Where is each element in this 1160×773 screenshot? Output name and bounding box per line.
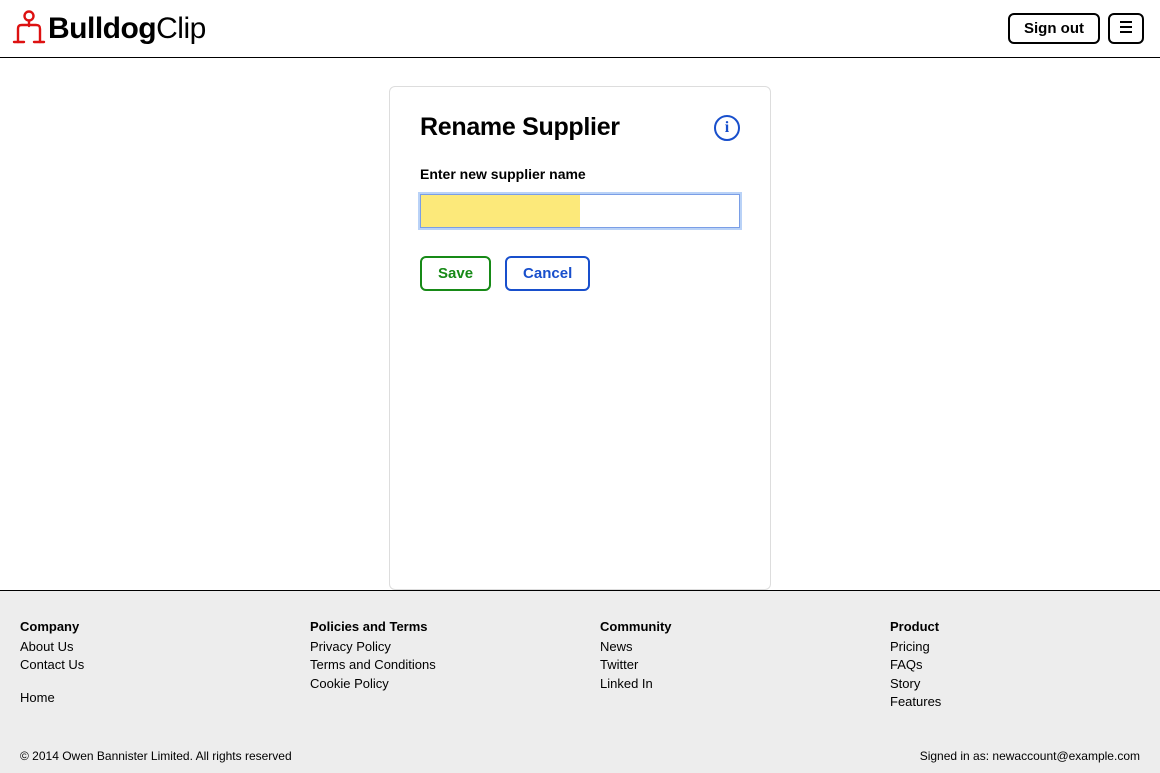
action-row: Save Cancel <box>420 256 740 291</box>
header-actions: Sign out <box>1008 13 1144 44</box>
footer-bottom: © 2014 Owen Bannister Limited. All right… <box>20 749 1140 767</box>
footer-link-home[interactable]: Home <box>20 689 270 707</box>
save-button[interactable]: Save <box>420 256 491 291</box>
header-bar: BulldogClip Sign out <box>0 0 1160 58</box>
footer-link-pricing[interactable]: Pricing <box>890 638 1140 656</box>
footer: Company About Us Contact Us Home Policie… <box>0 590 1160 773</box>
footer-link-privacy[interactable]: Privacy Policy <box>310 638 560 656</box>
copyright: © 2014 Owen Bannister Limited. All right… <box>20 749 292 763</box>
footer-link-story[interactable]: Story <box>890 675 1140 693</box>
hamburger-icon <box>1119 20 1133 37</box>
supplier-name-input[interactable] <box>420 194 740 228</box>
footer-heading: Company <box>20 619 270 634</box>
card-title: Rename Supplier <box>420 113 620 142</box>
footer-link-news[interactable]: News <box>600 638 850 656</box>
footer-col-company: Company About Us Contact Us Home <box>20 619 270 711</box>
main-content: Rename Supplier i Enter new supplier nam… <box>0 58 1160 590</box>
sign-out-button[interactable]: Sign out <box>1008 13 1100 44</box>
rename-supplier-card: Rename Supplier i Enter new supplier nam… <box>389 86 771 590</box>
footer-link-cookie[interactable]: Cookie Policy <box>310 675 560 693</box>
footer-heading: Product <box>890 619 1140 634</box>
menu-button[interactable] <box>1108 13 1144 44</box>
footer-link-features[interactable]: Features <box>890 693 1140 711</box>
footer-columns: Company About Us Contact Us Home Policie… <box>20 619 1140 711</box>
bulldog-clip-icon <box>12 9 46 48</box>
signed-in-as: Signed in as: newaccount@example.com <box>920 749 1140 763</box>
footer-link-about[interactable]: About Us <box>20 638 270 656</box>
cancel-button[interactable]: Cancel <box>505 256 590 291</box>
footer-heading: Community <box>600 619 850 634</box>
footer-col-community: Community News Twitter Linked In <box>600 619 850 711</box>
brand-logo[interactable]: BulldogClip <box>12 9 206 48</box>
card-header: Rename Supplier i <box>420 113 740 142</box>
supplier-name-label: Enter new supplier name <box>420 166 740 182</box>
footer-link-linkedin[interactable]: Linked In <box>600 675 850 693</box>
footer-link-faqs[interactable]: FAQs <box>890 656 1140 674</box>
footer-col-product: Product Pricing FAQs Story Features <box>890 619 1140 711</box>
info-icon[interactable]: i <box>714 115 740 141</box>
footer-heading: Policies and Terms <box>310 619 560 634</box>
footer-link-terms[interactable]: Terms and Conditions <box>310 656 560 674</box>
brand-text: BulldogClip <box>48 14 206 44</box>
footer-link-contact[interactable]: Contact Us <box>20 656 270 674</box>
footer-col-policies: Policies and Terms Privacy Policy Terms … <box>310 619 560 711</box>
footer-link-twitter[interactable]: Twitter <box>600 656 850 674</box>
